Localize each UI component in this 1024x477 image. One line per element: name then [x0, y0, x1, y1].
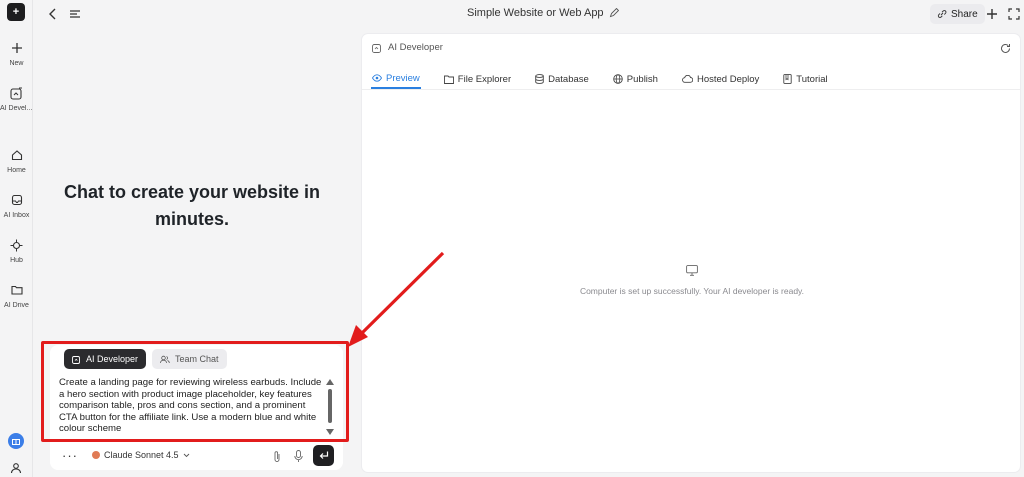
send-button[interactable] — [313, 445, 334, 466]
sidebar-item-home[interactable]: Home — [0, 147, 33, 174]
microphone-button[interactable] — [291, 449, 305, 463]
ai-developer-icon — [9, 85, 25, 101]
monitor-icon — [685, 264, 699, 276]
status-message: Computer is set up successfully. Your AI… — [579, 286, 805, 296]
ai-developer-icon — [372, 43, 381, 53]
refresh-icon — [1000, 43, 1010, 53]
tab-tutorial[interactable]: Tutorial — [782, 69, 828, 89]
chat-hero-heading: Chat to create your website in minutes. — [52, 179, 332, 233]
profile-button[interactable] — [7, 459, 25, 477]
chevron-down-icon — [183, 453, 189, 457]
sidebar-item-ai-drive[interactable]: AI Drive — [0, 282, 33, 309]
composer-toolbar: ··· Claude Sonnet 4.5 — [50, 445, 343, 469]
sidebar-item-label: New — [9, 60, 24, 67]
fullscreen-button[interactable] — [1005, 5, 1023, 23]
top-bar: Simple Website or Web App Share — [33, 0, 1024, 30]
link-icon — [937, 10, 947, 18]
tab-divider — [362, 89, 1020, 90]
inbox-icon — [9, 192, 25, 208]
microphone-icon — [293, 449, 303, 462]
gift-icon — [8, 433, 24, 449]
sidebar-item-label: AI Devel... — [0, 105, 33, 112]
sidebar-item-label: AI Drive — [4, 302, 29, 309]
app-logo[interactable]: + — [7, 3, 25, 21]
claude-icon — [92, 451, 100, 459]
plus-icon — [9, 40, 25, 56]
hub-icon — [9, 237, 25, 253]
back-button[interactable] — [45, 6, 61, 22]
tab-label: Tutorial — [796, 73, 828, 85]
page-title: Simple Website or Web App — [467, 7, 604, 19]
model-selector[interactable]: Claude Sonnet 4.5 — [92, 450, 190, 460]
folder-icon — [9, 282, 25, 298]
file-explorer-icon — [443, 75, 454, 84]
new-chat-button[interactable] — [983, 5, 1001, 23]
tab-label: Hosted Deploy — [696, 73, 760, 85]
tab-hosted-deploy[interactable]: Hosted Deploy — [681, 69, 760, 89]
tab-label: Publish — [626, 73, 658, 85]
tab-preview[interactable]: Preview — [371, 69, 421, 89]
gift-button[interactable] — [7, 432, 25, 450]
edit-icon[interactable] — [609, 8, 619, 18]
tab-database[interactable]: Database — [534, 69, 590, 89]
sidebar-item-label: AI Inbox — [3, 212, 30, 219]
sidebar-item-ai-developer[interactable]: AI Devel... — [0, 85, 33, 112]
sidebar-item-ai-inbox[interactable]: AI Inbox — [0, 192, 33, 219]
plus-icon — [987, 9, 997, 19]
model-label: Claude Sonnet 4.5 — [104, 450, 179, 460]
preview-panel: AI Developer Preview File Explorer Datab… — [361, 33, 1021, 473]
paperclip-icon — [274, 450, 280, 462]
attach-button[interactable] — [270, 449, 284, 463]
share-label: Share — [951, 8, 978, 20]
tab-label: Database — [548, 73, 589, 85]
globe-icon — [613, 74, 623, 84]
database-icon — [535, 74, 544, 84]
enter-icon — [319, 451, 328, 459]
tab-publish[interactable]: Publish — [612, 69, 659, 89]
eye-icon — [372, 74, 382, 82]
more-options-button[interactable]: ··· — [62, 448, 78, 463]
menu-button[interactable] — [67, 6, 83, 22]
panel-tabs: Preview File Explorer Database Publish H… — [371, 69, 829, 89]
user-icon — [10, 463, 22, 474]
refresh-button[interactable] — [998, 41, 1012, 55]
annotation-highlight-box — [41, 341, 349, 442]
panel-header: AI Developer — [372, 42, 443, 53]
sidebar-item-new[interactable]: New — [0, 40, 33, 67]
sidebar-item-hub[interactable]: Hub — [0, 237, 33, 264]
fullscreen-icon — [1008, 8, 1020, 20]
share-button[interactable]: Share — [930, 4, 985, 24]
tab-label: File Explorer — [457, 73, 512, 85]
sidebar-item-label: Hub — [10, 257, 23, 264]
panel-title: AI Developer — [388, 42, 443, 53]
tab-label: Preview — [386, 72, 420, 84]
tab-file-explorer[interactable]: File Explorer — [443, 69, 512, 89]
document-title[interactable]: Simple Website or Web App — [467, 7, 619, 19]
home-icon — [9, 147, 25, 163]
menu-icon — [70, 10, 80, 18]
cloud-icon — [682, 75, 693, 83]
hero-line-2: minutes. — [154, 209, 229, 229]
left-sidebar: + New AI Devel... Home AI Inbox Hub AI D… — [0, 0, 33, 477]
sidebar-item-label: Home — [7, 167, 26, 174]
chevron-left-icon — [49, 8, 56, 20]
hero-line-1: Chat to create your website in — [63, 182, 321, 202]
book-icon — [783, 74, 792, 84]
